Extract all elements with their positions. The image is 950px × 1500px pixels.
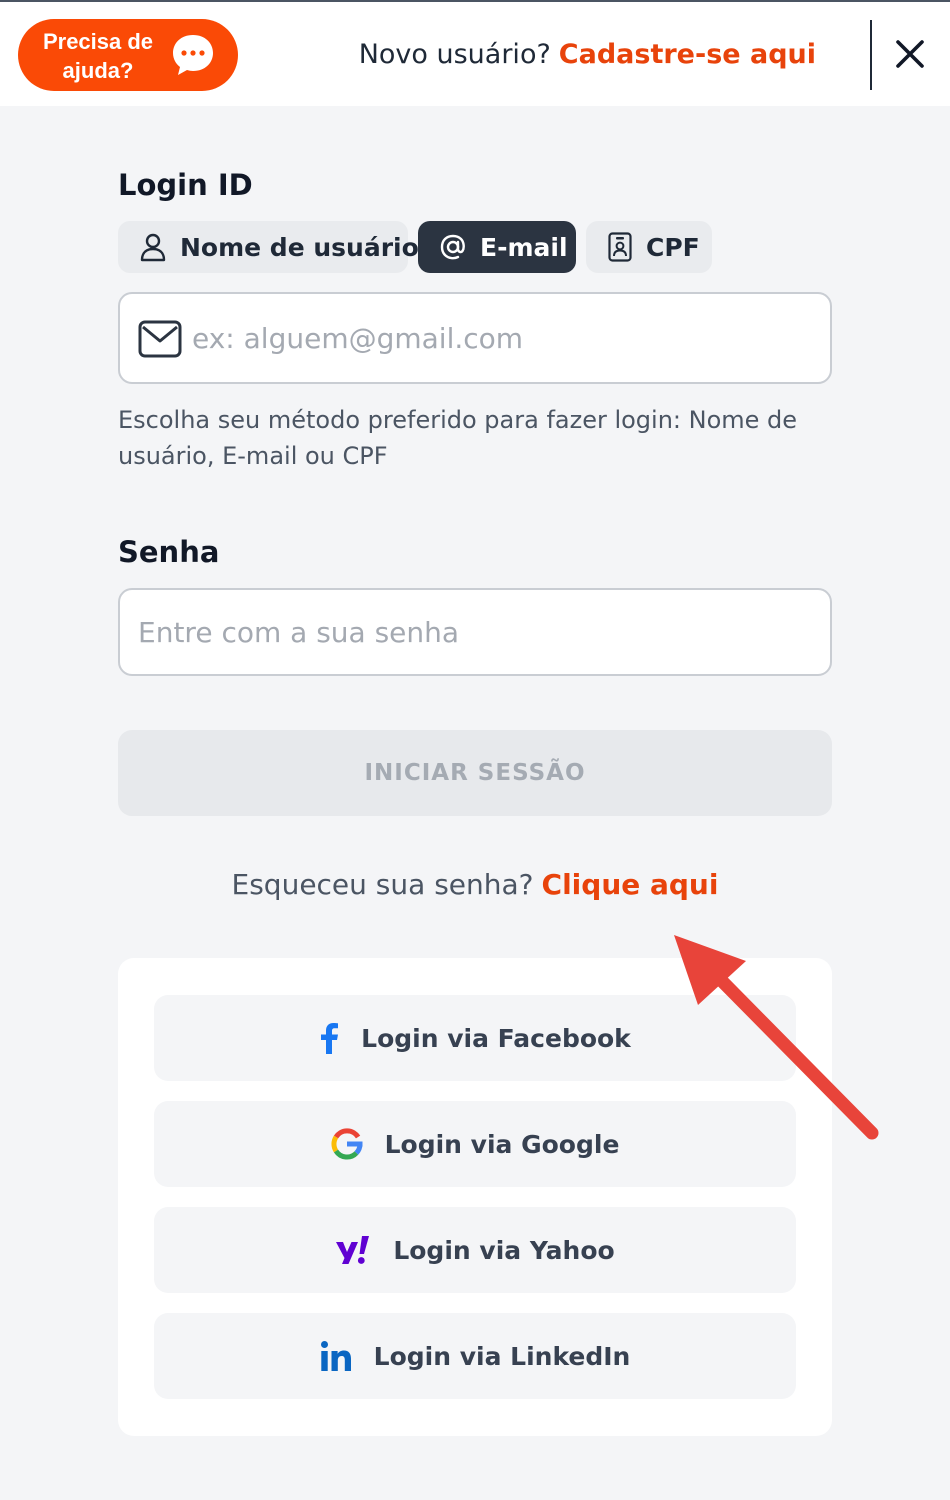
password-field: [118, 588, 832, 676]
header-divider: [870, 20, 872, 90]
linkedin-icon: [320, 1341, 351, 1371]
signup-prompt: Novo usuário? Cadastre-se aqui: [359, 36, 816, 74]
facebook-login-button[interactable]: Login via Facebook: [154, 995, 796, 1081]
google-login-button[interactable]: Login via Google: [154, 1101, 796, 1187]
at-sign-icon: [440, 234, 465, 260]
tab-cpf[interactable]: CPF: [586, 221, 712, 273]
forgot-password-link[interactable]: Clique aqui: [542, 868, 719, 901]
tab-username[interactable]: Nome de usuário: [118, 221, 419, 273]
google-login-label: Login via Google: [384, 1129, 620, 1159]
facebook-icon: [321, 1023, 339, 1054]
login-button[interactable]: INICIAR SESSÃO: [118, 730, 832, 816]
new-user-text: Novo usuário?: [358, 39, 551, 70]
tab-email-label: E-mail: [480, 232, 568, 262]
chat-bubble-icon: [173, 35, 213, 75]
tab-username-label: Nome de usuário: [180, 232, 419, 262]
linkedin-login-label: Login via LinkedIn: [373, 1341, 631, 1371]
yahoo-login-button[interactable]: Login via Yahoo: [154, 1207, 796, 1293]
forgot-password: Esqueceu sua senha? Clique aqui: [0, 868, 950, 901]
user-icon: [140, 233, 166, 262]
login-method-hint: Escolha seu método preferido para fazer …: [118, 406, 798, 470]
mail-icon: [138, 320, 182, 358]
top-bar: Precisa de ajuda? Novo usuário? Cadastre-…: [0, 0, 950, 106]
yahoo-icon: [336, 1236, 370, 1264]
tab-cpf-label: CPF: [646, 232, 700, 262]
password-input[interactable]: [138, 590, 812, 674]
email-field: [118, 292, 832, 384]
id-card-icon: [608, 232, 632, 262]
password-label: Senha: [118, 535, 220, 569]
linkedin-login-button[interactable]: Login via LinkedIn: [154, 1313, 796, 1399]
login-page: Precisa de ajuda? Novo usuário? Cadastre-…: [0, 0, 950, 1500]
close-icon[interactable]: [890, 34, 930, 74]
help-button-label: Precisa de ajuda?: [42, 29, 154, 83]
email-input[interactable]: [192, 294, 812, 382]
help-button[interactable]: Precisa de ajuda?: [18, 19, 238, 91]
forgot-password-text: Esqueceu sua senha?: [231, 868, 534, 901]
social-login-card: Login via Facebook Login via Google Logi…: [118, 958, 832, 1436]
login-id-label: Login ID: [118, 168, 253, 202]
google-icon: [331, 1128, 363, 1160]
signup-link[interactable]: Cadastre-se aqui: [559, 39, 816, 70]
facebook-login-label: Login via Facebook: [361, 1023, 631, 1053]
yahoo-login-label: Login via Yahoo: [393, 1235, 615, 1265]
tab-email[interactable]: E-mail: [418, 221, 576, 273]
